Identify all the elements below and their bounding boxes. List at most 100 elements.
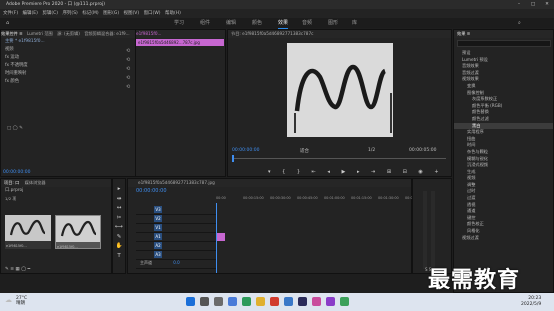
window-title: Adobe Premiere Pro 2020 - 口 (@111.prproj…: [6, 2, 105, 7]
effects-tree-item[interactable]: 过渡: [454, 195, 553, 202]
effects-tree-item[interactable]: 杂色与颗粒: [454, 149, 553, 156]
app-icon[interactable]: [312, 297, 321, 306]
track-header-a2[interactable]: A2: [136, 242, 216, 251]
menu-sequence[interactable]: 序列(S): [62, 11, 77, 16]
effects-tree-item[interactable]: 通道: [454, 208, 553, 215]
program-scrubber[interactable]: [232, 158, 446, 159]
effects-tree-item[interactable]: 预设: [454, 50, 553, 57]
edge-icon[interactable]: [242, 297, 251, 306]
workspace-tab-assembly[interactable]: 组件: [200, 18, 210, 28]
reset-icons[interactable]: ⟲ ⟲ ⟲ ⟲ ⟲: [126, 47, 134, 107]
weather-icon[interactable]: ☁: [5, 296, 12, 304]
search-icon[interactable]: ⌕: [518, 18, 521, 28]
workspace-tab-library[interactable]: 库: [352, 18, 357, 28]
home-icon[interactable]: ⌂: [6, 18, 9, 28]
explorer-icon[interactable]: [256, 297, 265, 306]
effect-row-color[interactable]: fx 颜色: [1, 78, 135, 86]
widgets-icon[interactable]: [228, 297, 237, 306]
tab-media-browser[interactable]: 媒体浏览器: [25, 180, 46, 185]
effects-panel-tab[interactable]: 效果 ≡: [454, 30, 553, 38]
project-file-label: 口.prproj: [5, 188, 24, 193]
ruler-tick-label: 00:01:00:00: [324, 196, 345, 200]
effects-search-input[interactable]: [457, 40, 551, 47]
project-thumbnail[interactable]: e1f9815f0...: [5, 215, 51, 249]
taskbar-search-icon[interactable]: [200, 297, 209, 306]
menu-file[interactable]: 文件(F): [3, 11, 18, 16]
effects-tree-item[interactable]: 风格化: [454, 228, 553, 235]
effects-tree-item[interactable]: 视频: [454, 175, 553, 182]
menu-window[interactable]: 窗口(W): [144, 11, 161, 16]
resolution-dropdown[interactable]: 1/2: [368, 148, 375, 153]
effects-tree-item[interactable]: 视频过渡: [454, 235, 553, 242]
effects-tree-item[interactable]: 颜色过滤: [454, 116, 553, 123]
workspace-tab-edit[interactable]: 编辑: [226, 18, 236, 28]
source-clip-label[interactable]: 主要 * e1f9815f0...: [1, 38, 135, 46]
close-icon[interactable]: ✕: [542, 0, 552, 9]
effect-clip-bar[interactable]: e1f9815f0a5d46892...787c.jpg: [136, 39, 224, 46]
tab-source[interactable]: 源: (无剪辑): [57, 31, 80, 36]
effects-tree-item[interactable]: 时间: [454, 142, 553, 149]
menu-edit[interactable]: 编辑(E): [23, 11, 38, 16]
shape-tools[interactable]: □ ◯ ✎: [7, 126, 23, 131]
audio-meter-left: [423, 191, 427, 269]
effects-tree-item[interactable]: 实用程序: [454, 129, 553, 136]
effect-controls-timecode[interactable]: 00:00:00:00: [3, 170, 30, 175]
program-playhead[interactable]: [232, 155, 234, 162]
effect-row-time-remap[interactable]: 时间重映射: [1, 70, 135, 78]
workspace-tab-effects[interactable]: 效果: [278, 18, 289, 29]
transport-controls[interactable]: ▾ { } ⇤ ◂ ▶ ▸ ⇥ ⊞ ⊟ ◉ +: [268, 169, 444, 175]
tool-icons[interactable]: ▸ ⇹ ↔ ✂ ⟷ ✎ ✋ T: [113, 179, 125, 261]
timeline-tab[interactable]: e1f9815f0a5d46892771383c787.jpg: [128, 179, 411, 187]
menu-graphics[interactable]: 图形(G): [103, 11, 119, 16]
effects-tree-item[interactable]: 灰度系数校正: [454, 96, 553, 103]
maximize-icon[interactable]: □: [528, 0, 538, 9]
project-thumbnail[interactable]: e1f9815f0...: [55, 215, 101, 249]
start-icon[interactable]: [186, 297, 195, 306]
workspace-tab-audio[interactable]: 音频: [302, 18, 312, 28]
track-header-v2[interactable]: V2: [136, 215, 216, 224]
clock[interactable]: 20:23 2022/5/9: [521, 296, 541, 308]
track-header-v3[interactable]: V3: [136, 206, 216, 215]
tab-lumetri-scopes[interactable]: Lumetri 范围: [27, 31, 53, 36]
workspace-tab-graphics[interactable]: 图形: [328, 18, 338, 28]
effects-tree-item[interactable]: 图像控制: [454, 90, 553, 97]
timeline-timecode[interactable]: 00:00:00:00: [136, 188, 167, 194]
timeline-ruler[interactable]: 00:00 00:00:15:00 00:00:30:00 00:00:45:00 00…: [216, 196, 426, 204]
effects-tree-item[interactable]: 颜色替换: [454, 109, 553, 116]
app-icon[interactable]: [340, 297, 349, 306]
track-header-v1[interactable]: V1: [136, 224, 216, 233]
effect-row-motion[interactable]: fx 运动: [1, 54, 135, 62]
program-timecode[interactable]: 00:00:00:00: [232, 148, 259, 153]
effects-tree-item[interactable]: 视频效果: [454, 76, 553, 83]
project-bottom-tools[interactable]: ✎ ≡ ▦ ◯ ━: [5, 267, 30, 272]
program-monitor-tab[interactable]: 节目: e1f9815f0a5d46892771383c787c: [228, 30, 451, 38]
track-header-a3[interactable]: A3: [136, 251, 216, 260]
menu-help[interactable]: 帮助(H): [165, 11, 181, 16]
app-icon[interactable]: [326, 297, 335, 306]
workspace-tab-learn[interactable]: 学习: [174, 18, 184, 28]
fit-dropdown[interactable]: 适合: [300, 148, 309, 154]
office-icon[interactable]: [270, 297, 279, 306]
tab-project[interactable]: 项目: 口: [4, 180, 19, 185]
master-track[interactable]: 主声道 0.0: [136, 260, 216, 269]
timeline-clip[interactable]: [217, 233, 225, 241]
premiere-icon[interactable]: [298, 297, 307, 306]
tab-audio-mixer[interactable]: 音频剪辑混合器: e1f9...: [84, 31, 129, 36]
menu-clip[interactable]: 剪辑(C): [42, 11, 58, 16]
effects-tree-item[interactable]: 变换: [454, 83, 553, 90]
store-icon[interactable]: [284, 297, 293, 306]
minimize-icon[interactable]: –: [514, 0, 524, 9]
track-header-a1[interactable]: A1: [136, 233, 216, 242]
effect-row-opacity[interactable]: fx 不透明度: [1, 62, 135, 70]
workspace-bar: ⌂ 学习 组件 编辑 颜色 效果 音频 图形 库 ⌕: [0, 18, 554, 29]
menu-view[interactable]: 视图(V): [124, 11, 140, 16]
task-view-icon[interactable]: [214, 297, 223, 306]
effects-tree-item[interactable]: 颜色平衡 (RGB): [454, 103, 553, 110]
timeline-panel: e1f9815f0a5d46892771383c787.jpg 00:00:00…: [127, 178, 426, 274]
workspace-tab-color[interactable]: 颜色: [252, 18, 262, 28]
effects-tree-item[interactable]: 音频效果: [454, 63, 553, 70]
tab-effect-controls[interactable]: 效果控件 ≡: [1, 31, 23, 36]
menu-marker[interactable]: 标记(M): [82, 11, 98, 16]
weather-widget[interactable]: 27°C 晴朗: [16, 296, 27, 306]
effects-tree-item[interactable]: 沉浸式视频: [454, 162, 553, 169]
